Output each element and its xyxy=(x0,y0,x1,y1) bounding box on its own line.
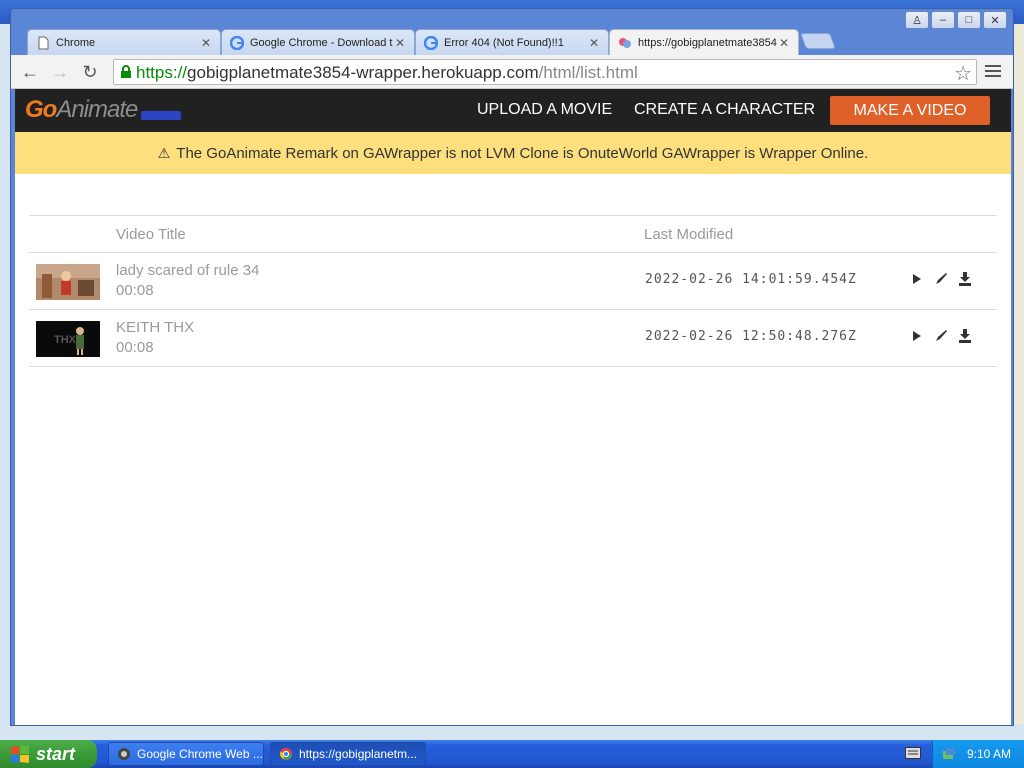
video-thumbnail[interactable] xyxy=(36,264,100,300)
site-icon xyxy=(619,38,631,48)
url-path: /html/list.html xyxy=(538,63,638,82)
tab-gawrapper[interactable]: https://gobigplanetmate3854 ✕ xyxy=(609,29,799,56)
video-modified: 2022-02-26 12:50:48.276Z xyxy=(645,329,857,344)
tab-chrome[interactable]: Chrome ✕ xyxy=(27,29,221,55)
lock-icon xyxy=(121,65,131,78)
logo-animate: Animate xyxy=(56,96,138,123)
tab-chrome-download[interactable]: Google Chrome - Download t ✕ xyxy=(221,29,415,55)
google-g-icon xyxy=(230,35,244,50)
new-tab-button[interactable] xyxy=(800,33,836,49)
windows-flag-icon xyxy=(11,745,29,763)
edit-icon[interactable] xyxy=(933,328,949,344)
column-last-modified[interactable]: Last Modified xyxy=(644,226,733,243)
address-bar[interactable]: https://gobigplanetmate3854-wrapper.hero… xyxy=(113,59,977,85)
url-text: https://gobigplanetmate3854-wrapper.hero… xyxy=(136,63,638,83)
tab-label: Google Chrome - Download t xyxy=(250,36,393,49)
browser-window: Chrome ✕ Google Chrome - Download t ✕ Er… xyxy=(10,8,1014,726)
logo-badge xyxy=(141,111,181,120)
web-page: GoAnimate UPLOAD A MOVIE CREATE A CHARAC… xyxy=(15,89,1011,725)
taskbar-item-label: https://gobigplanetm... xyxy=(299,747,418,761)
download-icon[interactable] xyxy=(957,271,973,287)
browser-toolbar: ← → ↻ https://gobigplanetmate3854-wrappe… xyxy=(11,55,1013,89)
minimize-button[interactable]: – xyxy=(931,11,955,29)
forward-arrow-icon[interactable]: → xyxy=(49,61,71,83)
column-video-title[interactable]: Video Title xyxy=(116,226,186,243)
tab-error-404[interactable]: Error 404 (Not Found)!!1 ✕ xyxy=(415,29,609,55)
clock: 9:10 AM xyxy=(967,747,1012,761)
video-duration: 00:08 xyxy=(116,339,154,356)
close-icon[interactable]: ✕ xyxy=(200,36,212,50)
video-duration: 00:08 xyxy=(116,282,154,299)
notice-banner: ⚠ The GoAnimate Remark on GAWrapper is n… xyxy=(15,132,1011,174)
tab-label: Error 404 (Not Found)!!1 xyxy=(444,36,564,49)
upload-movie-link[interactable]: UPLOAD A MOVIE xyxy=(477,101,612,119)
network-icon[interactable] xyxy=(941,746,957,762)
close-window-button[interactable]: ✕ xyxy=(983,11,1007,29)
logo-go: Go xyxy=(25,96,57,123)
chrome-icon xyxy=(280,748,292,760)
edit-icon[interactable] xyxy=(933,271,949,287)
chrome-app-icon xyxy=(118,748,130,760)
table-header: Video Title Last Modified xyxy=(29,215,997,253)
close-icon[interactable]: ✕ xyxy=(588,36,600,50)
close-icon[interactable]: ✕ xyxy=(778,36,790,50)
taskbar-item-chrome-web[interactable]: Google Chrome Web ... xyxy=(108,742,264,766)
tab-label: Chrome xyxy=(56,36,96,49)
play-icon[interactable] xyxy=(909,271,925,287)
tab-label: https://gobigplanetmate3854 xyxy=(638,37,777,49)
google-g-icon xyxy=(424,35,438,50)
make-video-button[interactable]: MAKE A VIDEO xyxy=(830,96,990,125)
url-host: gobigplanetmate3854-wrapper.herokuapp.co… xyxy=(187,63,539,82)
play-icon[interactable] xyxy=(909,328,925,344)
close-icon[interactable]: ✕ xyxy=(394,36,406,50)
goanimate-logo[interactable]: GoAnimate xyxy=(25,96,138,124)
bookmark-star-icon[interactable]: ☆ xyxy=(954,61,972,86)
maximize-button[interactable]: □ xyxy=(957,11,981,29)
taskbar: start Google Chrome Web ... https://gobi… xyxy=(0,740,1024,768)
start-button[interactable]: start xyxy=(0,740,97,768)
keyboard-icon[interactable] xyxy=(905,747,921,759)
url-scheme: https:// xyxy=(136,63,188,82)
video-title[interactable]: lady scared of rule 34 xyxy=(116,262,259,279)
taskbar-item-gawrapper[interactable]: https://gobigplanetm... xyxy=(270,742,426,766)
start-label: start xyxy=(36,743,76,764)
video-title[interactable]: KEITH THX xyxy=(116,319,194,336)
page-icon xyxy=(38,36,49,49)
system-tray: 9:10 AM xyxy=(932,740,1024,768)
table-row: THX KEITH THX 00:08 2022-02-26 12:50:48.… xyxy=(29,310,997,367)
download-icon[interactable] xyxy=(957,328,973,344)
notice-text: The GoAnimate Remark on GAWrapper is not… xyxy=(176,144,869,162)
warning-icon: ⚠ xyxy=(157,144,171,161)
tab-strip: Chrome ✕ Google Chrome - Download t ✕ Er… xyxy=(11,9,1013,56)
reload-icon[interactable]: ↻ xyxy=(79,61,101,83)
svg-text:THX: THX xyxy=(54,334,77,346)
video-thumbnail[interactable]: THX xyxy=(36,321,100,357)
user-icon[interactable]: ♙ xyxy=(905,11,929,29)
menu-icon[interactable] xyxy=(985,63,1001,79)
video-modified: 2022-02-26 14:01:59.454Z xyxy=(645,272,857,287)
site-header: GoAnimate UPLOAD A MOVIE CREATE A CHARAC… xyxy=(15,89,1011,132)
video-list-table: Video Title Last Modified lady scared of… xyxy=(29,215,997,367)
create-character-link[interactable]: CREATE A CHARACTER xyxy=(634,101,815,119)
table-row: lady scared of rule 34 00:08 2022-02-26 … xyxy=(29,253,997,310)
taskbar-item-label: Google Chrome Web ... xyxy=(137,747,263,761)
back-arrow-icon[interactable]: ← xyxy=(19,61,41,83)
window-controls: ♙ – □ ✕ xyxy=(905,11,1007,29)
